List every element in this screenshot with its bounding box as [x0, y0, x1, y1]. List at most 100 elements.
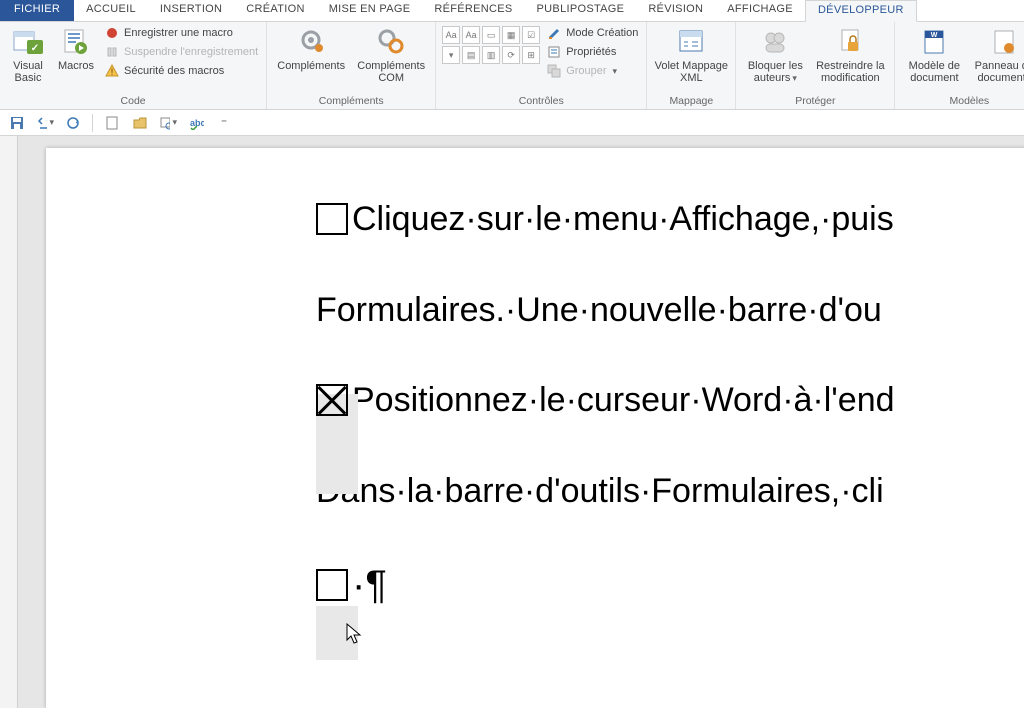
text-line-2: Formulaires.·Une·nouvelle·barre·d'ou	[316, 289, 882, 332]
vertical-ruler[interactable]	[0, 136, 18, 708]
checkbox-unchecked-1[interactable]	[316, 203, 348, 235]
svg-text:!: !	[111, 67, 114, 77]
xml-mapping-button[interactable]: Volet Mappage XML	[651, 24, 731, 86]
block-authors-icon	[759, 26, 791, 58]
properties-label: Propriétés	[566, 46, 616, 58]
ctrl-picture[interactable]: ▭	[482, 26, 500, 44]
group-ctrl-label: Grouper	[566, 65, 606, 77]
paragraph-3[interactable]: Positionnez·le·curseur·Word·à·l'end	[316, 379, 1024, 422]
complements-button[interactable]: Compléments	[271, 24, 351, 74]
document-panel-button[interactable]: Panneau de documents	[969, 24, 1024, 86]
macros-label: Macros	[58, 60, 94, 72]
gear-com-icon	[375, 26, 407, 58]
template-icon: W	[918, 26, 950, 58]
design-mode-button[interactable]: Mode Création	[544, 24, 640, 42]
mouse-cursor-icon	[346, 623, 364, 645]
ctrl-richtext[interactable]: Aa	[442, 26, 460, 44]
qat-customize[interactable]: ⁼	[215, 114, 233, 132]
record-macro-button[interactable]: Enregistrer une macro	[102, 24, 260, 42]
tab-affichage[interactable]: AFFICHAGE	[715, 0, 805, 21]
pause-recording-button: Suspendre l'enregistrement	[102, 43, 260, 61]
quick-access-toolbar: ▾ ▾ abc ⁼	[0, 110, 1024, 136]
document-template-label: Modèle de document	[901, 60, 967, 84]
undo-button[interactable]: ▾	[36, 114, 54, 132]
group-mappage: Volet Mappage XML Mappage	[647, 22, 736, 109]
tab-accueil[interactable]: ACCUEIL	[74, 0, 148, 21]
ctrl-date[interactable]: ▥	[482, 46, 500, 64]
svg-text:✓: ✓	[31, 43, 39, 54]
warning-icon: !	[104, 63, 120, 79]
document-template-button[interactable]: W Modèle de document	[899, 24, 969, 86]
ctrl-building-block[interactable]: ▦	[502, 26, 520, 44]
document-page[interactable]: Cliquez·sur·le·menu·Affichage,·puis Form…	[46, 148, 1024, 708]
macros-button[interactable]: Macros	[52, 24, 100, 74]
macros-icon	[60, 26, 92, 58]
ctrl-dropdown[interactable]: ▤	[462, 46, 480, 64]
properties-button[interactable]: Propriétés	[544, 43, 640, 61]
tab-publipostage[interactable]: PUBLIPOSTAGE	[525, 0, 637, 21]
complements-com-button[interactable]: Compléments COM	[351, 24, 431, 86]
pause-icon	[104, 44, 120, 60]
properties-icon	[546, 44, 562, 60]
open-button[interactable]	[131, 114, 149, 132]
group-button: Grouper▾	[544, 62, 640, 80]
checkbox-unchecked-2[interactable]	[316, 569, 348, 601]
macro-security-button[interactable]: ! Sécurité des macros	[102, 62, 260, 80]
panel-icon	[988, 26, 1020, 58]
save-button[interactable]	[8, 114, 26, 132]
group-proteger-label: Protéger	[740, 94, 890, 109]
record-icon	[104, 25, 120, 41]
text-line-1: Cliquez·sur·le·menu·Affichage,·puis	[352, 198, 894, 241]
group-mappage-label: Mappage	[651, 94, 731, 109]
ribbon-tabs: FICHIER ACCUEIL INSERTION CRÉATION MISE …	[0, 0, 1024, 22]
preview-button[interactable]: ▾	[159, 114, 177, 132]
visual-basic-icon: ✓	[12, 26, 44, 58]
pause-recording-label: Suspendre l'enregistrement	[124, 46, 258, 58]
paragraph-4[interactable]: Dans·la·barre·d'outils·Formulaires,·cli	[316, 470, 1024, 513]
group-complements-label: Compléments	[271, 94, 431, 109]
spellcheck-button[interactable]: abc	[187, 114, 205, 132]
group-controles: Aa Aa ▭ ▦ ☑ ▾ ▤ ▥ ⟳ ⊞ Mode Création Prop…	[436, 22, 647, 109]
new-button[interactable]	[103, 114, 121, 132]
complements-com-label: Compléments COM	[353, 60, 429, 84]
tab-creation[interactable]: CRÉATION	[234, 0, 316, 21]
tab-insertion[interactable]: INSERTION	[148, 0, 234, 21]
pilcrow-mark: ·¶	[352, 560, 387, 610]
paragraph-5[interactable]: ·¶	[316, 560, 1024, 610]
paragraph-1[interactable]: Cliquez·sur·le·menu·Affichage,·puis	[316, 198, 1024, 241]
xml-mapping-label: Volet Mappage XML	[653, 60, 729, 84]
tab-file[interactable]: FICHIER	[0, 0, 74, 21]
restrict-editing-button[interactable]: Restreindre la modification	[810, 24, 890, 86]
ctrl-repeating[interactable]: ⟳	[502, 46, 520, 64]
ctrl-plaintext[interactable]: Aa	[462, 26, 480, 44]
xml-icon	[675, 26, 707, 58]
controls-gallery[interactable]: Aa Aa ▭ ▦ ☑ ▾ ▤ ▥ ⟳ ⊞	[440, 24, 542, 86]
design-mode-label: Mode Création	[566, 27, 638, 39]
tab-developpeur[interactable]: DÉVELOPPEUR	[805, 0, 917, 22]
checkbox-checked[interactable]	[316, 384, 348, 416]
paragraph-2[interactable]: Formulaires.·Une·nouvelle·barre·d'ou	[316, 289, 1024, 332]
text-line-3: Positionnez·le·curseur·Word·à·l'end	[352, 379, 895, 422]
macro-security-label: Sécurité des macros	[124, 65, 224, 77]
restrict-editing-label: Restreindre la modification	[812, 60, 888, 84]
record-macro-label: Enregistrer une macro	[124, 27, 233, 39]
group-icon	[546, 63, 562, 79]
redo-button[interactable]	[64, 114, 82, 132]
group-modeles-label: Modèles	[899, 94, 1024, 109]
visual-basic-label: Visual Basic	[6, 60, 50, 84]
complements-label: Compléments	[277, 60, 345, 72]
lock-icon	[834, 26, 866, 58]
document-panel-label: Panneau de documents	[971, 60, 1024, 84]
group-code-label: Code	[4, 94, 262, 109]
ctrl-combobox[interactable]: ▾	[442, 46, 460, 64]
group-complements: Compléments Compléments COM Compléments	[267, 22, 436, 109]
svg-text:W: W	[931, 32, 938, 39]
group-controles-label: Contrôles	[440, 94, 642, 109]
visual-basic-button[interactable]: ✓ Visual Basic	[4, 24, 52, 86]
tab-revision[interactable]: RÉVISION	[636, 0, 715, 21]
tab-mise-en-page[interactable]: MISE EN PAGE	[317, 0, 423, 21]
group-proteger: Bloquer les auteurs▾ Restreindre la modi…	[736, 22, 895, 109]
ctrl-legacy[interactable]: ⊞	[522, 46, 540, 64]
ctrl-checkbox[interactable]: ☑	[522, 26, 540, 44]
tab-references[interactable]: RÉFÉRENCES	[422, 0, 524, 21]
